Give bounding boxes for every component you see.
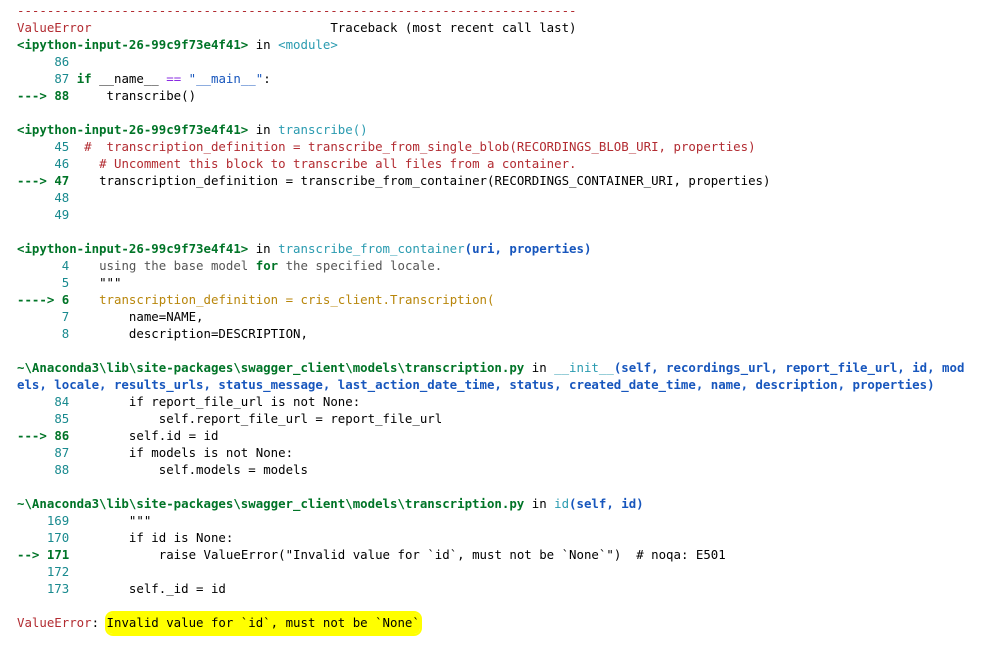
frame-function: id [554,496,570,511]
final-error-type: ValueError [17,615,92,630]
code-line-current: ---> 86 self.id = id [17,428,219,443]
final-error-line: ValueError: Invalid value for `id`, must… [17,613,1002,634]
code-line-current: ----> 6 transcription_definition = cris_… [17,292,495,307]
frame-header: <ipython-input-26-99c9f73e4f41> in <modu… [17,37,338,52]
code-line: 49 [54,207,70,222]
highlighted-error-message: Invalid value for `id`, must not be `Non… [106,613,420,634]
traceback-header: ValueError Traceback (most recent call l… [17,19,1002,36]
frame-header-continued: els, locale, results_urls, status_messag… [17,377,935,392]
code-line: 48 [54,190,70,205]
frame-function: transcribe() [278,122,368,137]
frame-header: <ipython-input-26-99c9f73e4f41> in trans… [17,241,592,256]
error-type: ValueError [17,20,92,35]
frame-header: ~\Anaconda3\lib\site-packages\swagger_cl… [17,360,965,375]
code-line: 84 if report_file_url is not None: [54,394,361,409]
code-line: 85 self.report_file_url = report_file_ur… [54,411,443,426]
code-line-current: ---> 88 transcribe() [17,88,197,103]
code-line-current: --> 171 raise ValueError("Invalid value … [17,547,726,562]
frame-header: ~\Anaconda3\lib\site-packages\swagger_cl… [17,496,644,511]
code-line: 4 using the base model for the specified… [61,258,443,273]
code-line-current: ---> 47 transcription_definition = trans… [17,173,771,188]
code-line: 5 """ [61,275,122,290]
frame-transcribe: <ipython-input-26-99c9f73e4f41> in trans… [17,121,1002,240]
traceback-output: ----------------------------------------… [17,2,1002,634]
code-line: 172 [46,564,70,579]
traceback-label: Traceback (most recent call last) [330,20,577,35]
code-line: 7 name=NAME, [61,309,204,324]
frame-function: <module> [278,37,338,52]
code-line: 169 """ [46,513,152,528]
code-line: 87 if __name__ == "__main__": [54,71,271,86]
frame-function: __init__ [554,360,614,375]
separator-line: ----------------------------------------… [17,3,577,18]
frame-module: <ipython-input-26-99c9f73e4f41> in <modu… [17,36,1002,121]
code-line: 45 # transcription_definition = transcri… [54,139,756,154]
code-line: 46 # Uncomment this block to transcribe … [54,156,577,171]
code-line: 173 self._id = id [46,581,226,596]
frame-transcribe-from-container: <ipython-input-26-99c9f73e4f41> in trans… [17,240,1002,359]
code-line: 170 if id is None: [46,530,234,545]
frame-header: <ipython-input-26-99c9f73e4f41> in trans… [17,122,368,137]
frame-id: ~\Anaconda3\lib\site-packages\swagger_cl… [17,495,1002,614]
code-line: 8 description=DESCRIPTION, [61,326,308,341]
code-line: 87 if models is not None: [54,445,294,460]
frame-init: ~\Anaconda3\lib\site-packages\swagger_cl… [17,359,1002,495]
code-line: 88 self.models = models [54,462,308,477]
frame-function: transcribe_from_container [278,241,465,256]
code-line: 86 [54,54,70,69]
